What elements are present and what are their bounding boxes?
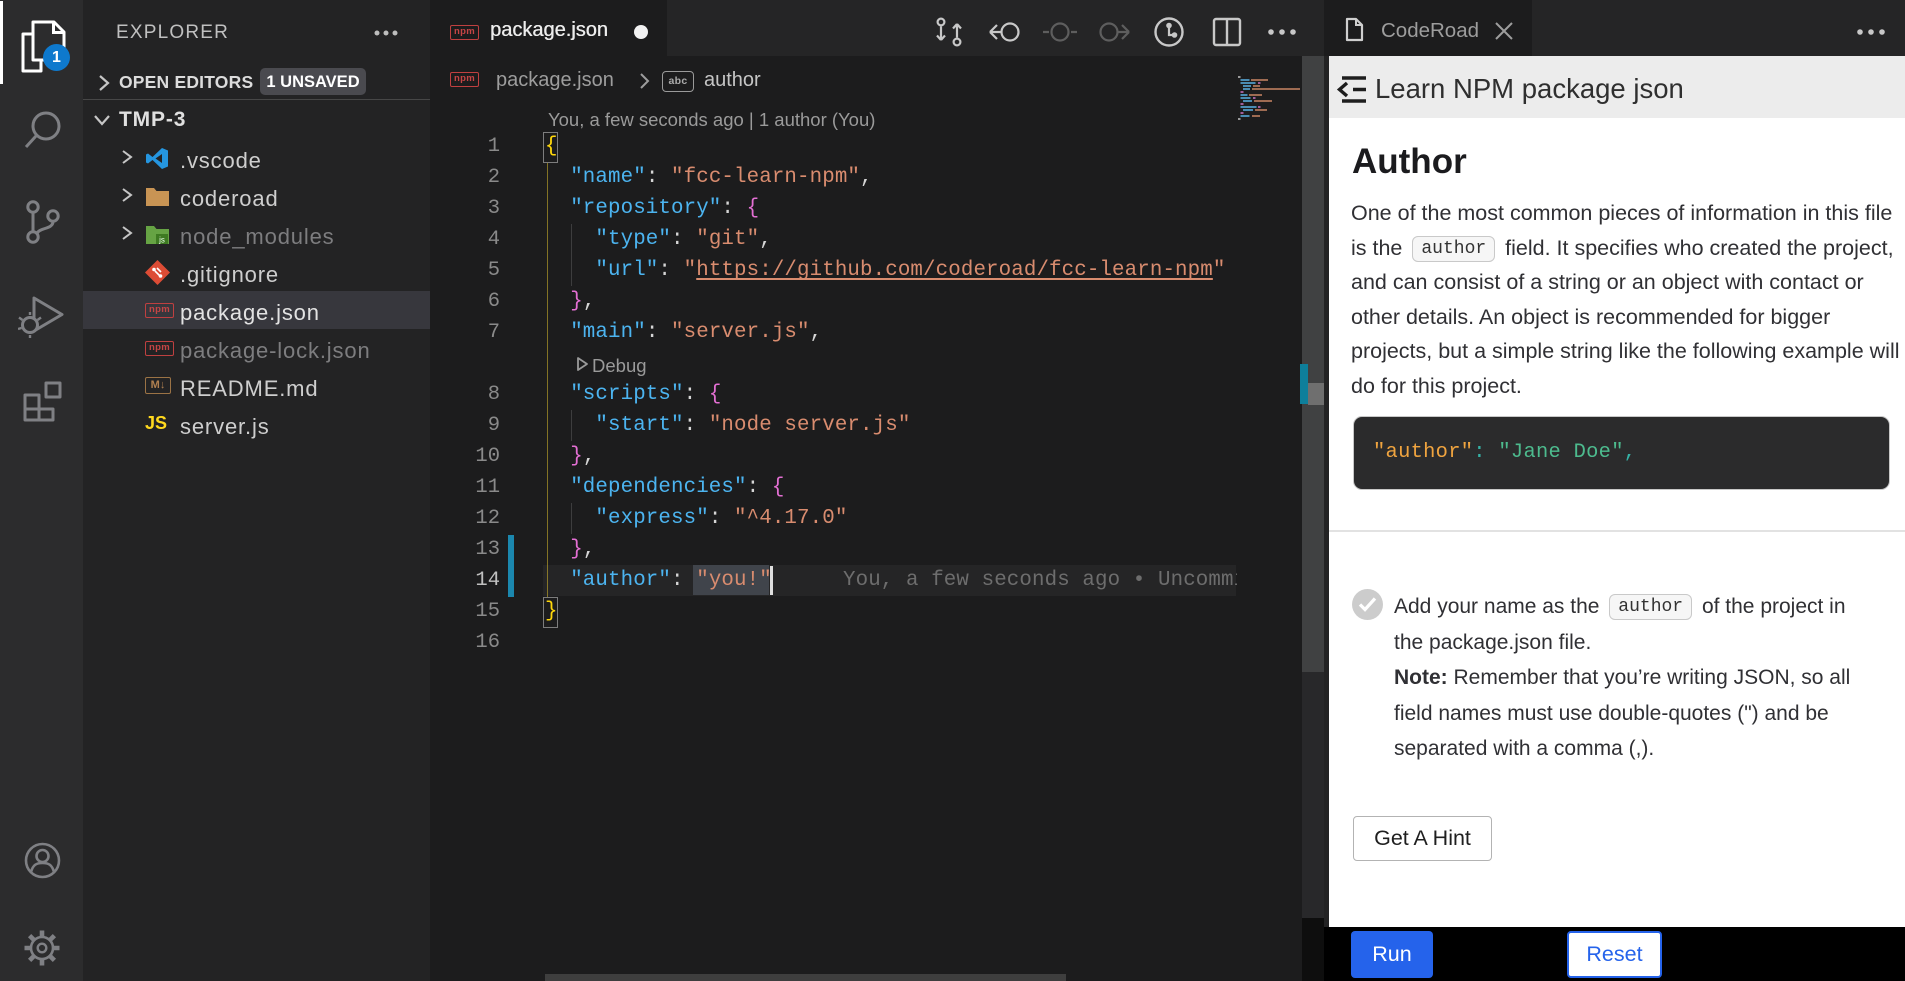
svg-text:js: js [158, 236, 165, 245]
